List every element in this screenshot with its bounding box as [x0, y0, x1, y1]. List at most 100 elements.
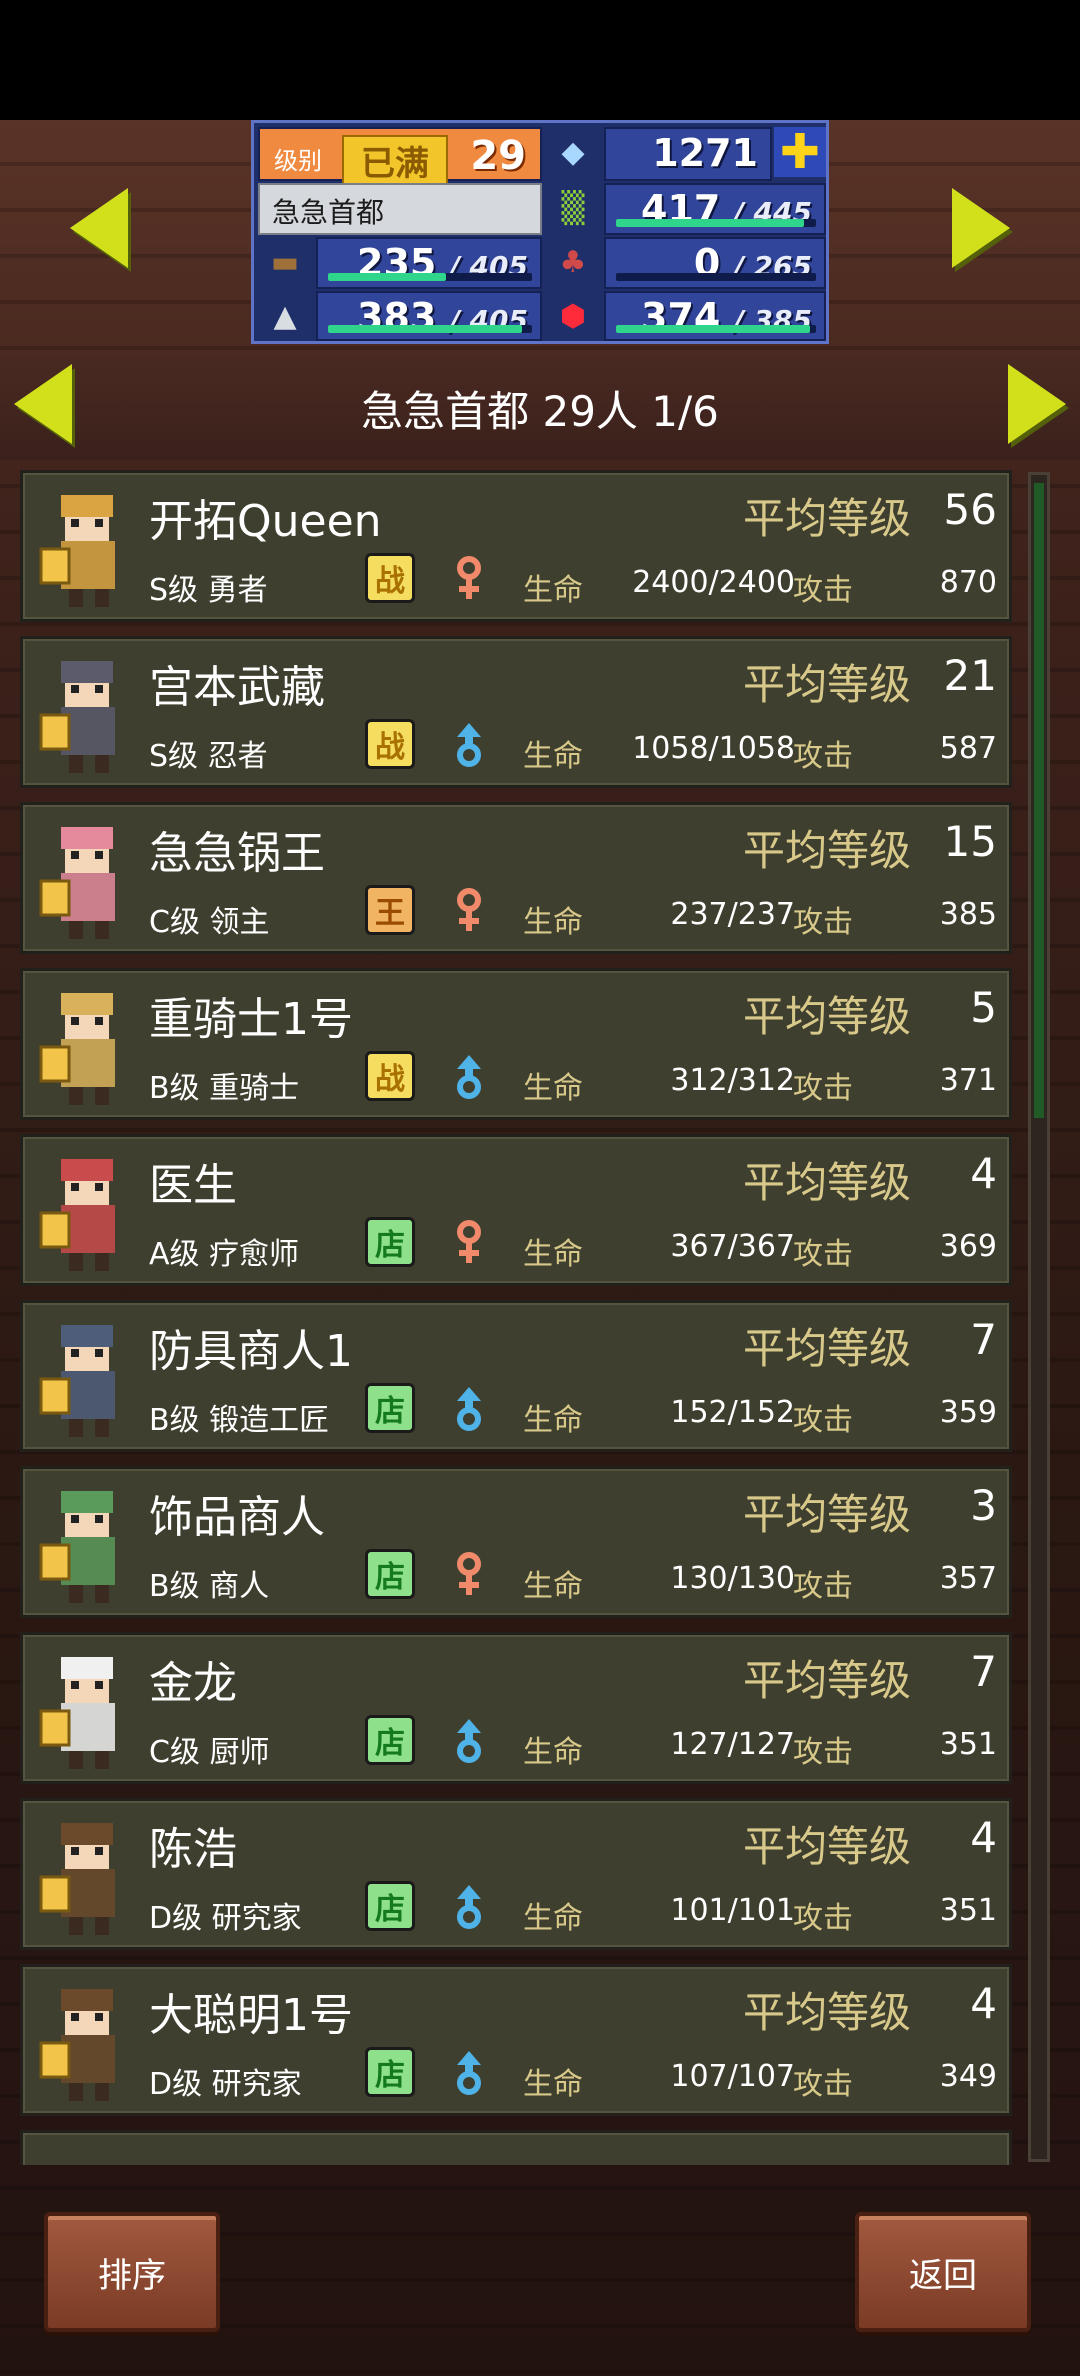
wood-bar-fill	[328, 273, 447, 281]
character-hp: 127/127	[670, 1727, 795, 1762]
wood-icon: ▬	[270, 244, 300, 280]
average-level-label: 平均等级	[743, 494, 912, 543]
resource-panel: 级别 已满 29 ◆ 1271 ✚ 急急首都 ▒ 417 / 445 ▬ 235…	[251, 120, 829, 344]
average-level-label: 平均等级	[743, 1490, 912, 1539]
attack-label: 攻击	[793, 1403, 853, 1438]
character-hp: 1058/1058	[632, 731, 795, 766]
character-list: 开拓Queen 平均等级 56 S级 勇者 战 生命 2400/2400 攻击 …	[16, 470, 1016, 2165]
hp-label: 生命	[523, 1403, 583, 1438]
gem-count: 1271	[652, 131, 758, 175]
hp-label: 生命	[523, 1901, 583, 1936]
sort-button[interactable]: 排序	[44, 2212, 220, 2332]
character-name: 宫本武藏	[149, 662, 325, 713]
attack-label: 攻击	[793, 2067, 853, 2102]
wood-cell: 235 / 405	[316, 237, 542, 289]
attack-label: 攻击	[793, 573, 853, 608]
character-level: 21	[943, 651, 997, 700]
character-class: B级 商人	[149, 1569, 270, 1604]
character-hp: 107/107	[670, 2059, 795, 2094]
grass-icon: ▒	[561, 190, 585, 226]
character-name: 大聪明1号	[149, 1990, 353, 2041]
average-level-label: 平均等级	[743, 1988, 912, 2037]
character-attack: 369	[939, 1229, 997, 1264]
character-attack: 371	[939, 1063, 997, 1098]
battle-role-badge: 战	[365, 1051, 415, 1101]
character-hp: 312/312	[670, 1063, 795, 1098]
character-avatar	[35, 485, 147, 613]
character-card[interactable]: 饰品商人 平均等级 3 B级 商人 店 生命 130/130 攻击 357	[20, 1466, 1012, 1618]
character-name: 陈浩	[149, 1824, 237, 1875]
character-name: 重骑士1号	[149, 994, 353, 1045]
scrollbar-thumb[interactable]	[1034, 483, 1044, 1118]
add-gems-button[interactable]: ✚	[774, 124, 826, 180]
battle-role-badge: 战	[365, 553, 415, 603]
shop-role-badge: 店	[365, 1383, 415, 1433]
attack-label: 攻击	[793, 739, 853, 774]
character-card[interactable]: 金龙 平均等级 7 C级 厨师 店 生命 127/127 攻击 351	[20, 1632, 1012, 1784]
king-role-badge: 王	[365, 885, 415, 935]
character-level: 15	[943, 817, 997, 866]
character-level: 4	[970, 1979, 997, 2028]
character-attack: 870	[939, 565, 997, 600]
hp-label: 生命	[523, 739, 583, 774]
character-card[interactable]: 开拓Queen 平均等级 56 S级 勇者 战 生命 2400/2400 攻击 …	[20, 470, 1012, 622]
mana-crystal-icon: ⬢	[559, 298, 587, 334]
attack-label: 攻击	[793, 1071, 853, 1106]
character-card[interactable]: 陈浩 平均等级 4 D级 研究家 店 生命 101/101 攻击 351	[20, 1798, 1012, 1950]
shop-role-badge: 店	[365, 1549, 415, 1599]
character-avatar	[35, 1149, 147, 1277]
female-gender-icon	[451, 1219, 487, 1267]
character-card[interactable]: 宫本武藏 平均等级 21 S级 忍者 战 生命 1058/1058 攻击 587	[20, 636, 1012, 788]
hp-label: 生命	[523, 1735, 583, 1770]
character-name: 饰品商人	[149, 1492, 325, 1543]
average-level-label: 平均等级	[743, 1324, 912, 1373]
next-town-arrow[interactable]	[952, 188, 1010, 268]
character-avatar	[35, 1979, 147, 2107]
battle-role-badge: 战	[365, 719, 415, 769]
character-class: C级 厨师	[149, 1735, 270, 1770]
gem-icon: ◆	[561, 134, 585, 170]
attack-label: 攻击	[793, 1569, 853, 1604]
character-card[interactable]: 大聪明1号 平均等级 4 D级 研究家 店 生命 107/107 攻击 349	[20, 1964, 1012, 2116]
character-name: 防具商人1	[149, 1326, 353, 1377]
shop-role-badge: 店	[365, 1881, 415, 1931]
character-name: 开拓Queen	[149, 496, 382, 547]
character-hp: 367/367	[670, 1229, 795, 1264]
character-card[interactable]: 医生 平均等级 4 A级 疗愈师 店 生命 367/367 攻击 369	[20, 1134, 1012, 1286]
male-gender-icon	[451, 1053, 487, 1101]
character-class: D级 研究家	[149, 1901, 302, 1936]
character-card-partial[interactable]	[20, 2130, 1012, 2165]
character-avatar	[35, 1481, 147, 1609]
male-gender-icon	[451, 1717, 487, 1765]
attack-label: 攻击	[793, 1901, 853, 1936]
food-icon: ♣	[559, 244, 587, 280]
list-scrollbar[interactable]	[1028, 472, 1050, 2162]
back-button[interactable]: 返回	[855, 2212, 1031, 2332]
mana-bar-fill	[616, 325, 810, 333]
ore-icon: ▲	[273, 298, 297, 334]
character-name: 急急锅王	[149, 828, 325, 879]
prev-town-arrow[interactable]	[70, 188, 128, 268]
character-level: 7	[970, 1315, 997, 1364]
character-level: 4	[970, 1813, 997, 1862]
food-cell: 0 / 265	[604, 237, 826, 289]
character-class: B级 锻造工匠	[149, 1403, 330, 1438]
male-gender-icon	[451, 2049, 487, 2097]
character-hp: 130/130	[670, 1561, 795, 1596]
character-attack: 385	[939, 897, 997, 932]
character-hp: 101/101	[670, 1893, 795, 1928]
character-class: S级 勇者	[149, 573, 268, 608]
prev-page-arrow[interactable]	[14, 364, 72, 444]
character-card[interactable]: 急急锅王 平均等级 15 C级 领主 王 生命 237/237 攻击 385	[20, 802, 1012, 954]
attack-label: 攻击	[793, 1735, 853, 1770]
character-hp: 237/237	[670, 897, 795, 932]
character-card[interactable]: 防具商人1 平均等级 7 B级 锻造工匠 店 生命 152/152 攻击 359	[20, 1300, 1012, 1452]
character-avatar	[35, 817, 147, 945]
attack-label: 攻击	[793, 905, 853, 940]
character-card[interactable]: 重骑士1号 平均等级 5 B级 重骑士 战 生命 312/312 攻击 371	[20, 968, 1012, 1120]
town-name: 急急首都	[272, 196, 385, 229]
male-gender-icon	[451, 721, 487, 769]
grass-cell: 417 / 445	[604, 183, 826, 235]
character-attack: 351	[939, 1727, 997, 1762]
next-page-arrow[interactable]	[1008, 364, 1066, 444]
